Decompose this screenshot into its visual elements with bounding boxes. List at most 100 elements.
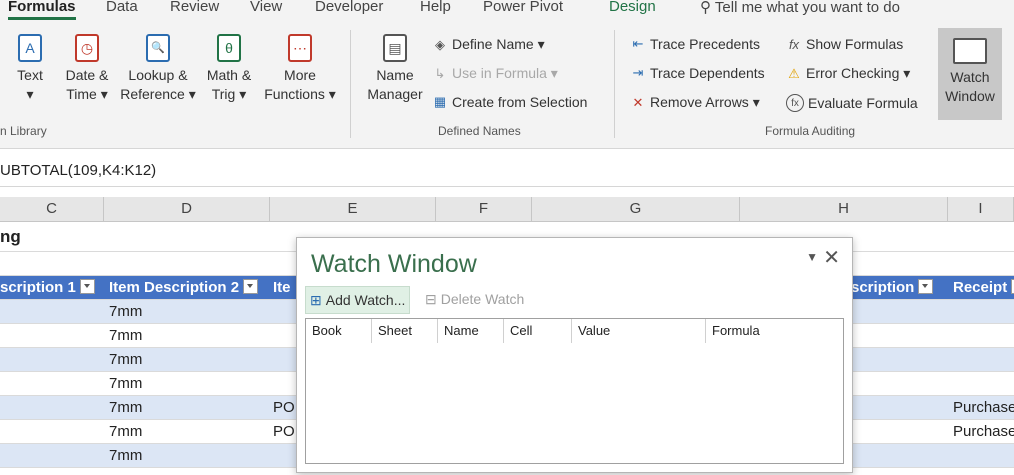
clock-icon: ◷ — [75, 34, 99, 62]
watch-col-name[interactable]: Name — [438, 319, 504, 343]
use-in-formula-label: Use in Formula ▾ — [452, 65, 558, 81]
ribbon-tab-bar: Formulas Data Review View Developer Help… — [0, 0, 1014, 20]
evaluate-formula-icon: fx — [786, 94, 804, 112]
date-time-label: Date & — [65, 67, 109, 83]
cell-d[interactable]: 7mm — [106, 300, 270, 324]
tag-icon: ◈ — [435, 36, 445, 52]
cell-i[interactable]: Purchase — [950, 420, 1014, 444]
tab-view[interactable]: View — [250, 0, 282, 15]
header-label: scription 1 — [0, 279, 76, 296]
delete-watch-button[interactable]: ⊟ Delete Watch — [425, 286, 524, 312]
function-library-group-label: n Library — [0, 124, 47, 138]
create-from-selection-label: Create from Selection — [452, 94, 588, 110]
cell-d[interactable]: 7mm — [106, 372, 270, 396]
watch-col-book[interactable]: Book — [306, 319, 372, 343]
column-header-c[interactable]: C — [0, 197, 104, 221]
math-trig-button[interactable]: θ Math & Trig ▾ — [200, 34, 258, 104]
use-in-formula-icon: ↳ — [434, 65, 446, 81]
trace-precedents-label: Trace Precedents — [650, 36, 760, 52]
evaluate-formula-button[interactable]: fx Evaluate Formula — [786, 94, 918, 112]
name-manager-button[interactable]: ▤ Name Manager — [362, 34, 428, 104]
show-formulas-button[interactable]: fx Show Formulas — [786, 36, 903, 52]
filter-dropdown-icon[interactable] — [918, 279, 934, 294]
lookup-reference-button[interactable]: 🔍 Lookup & Reference ▾ — [118, 34, 198, 104]
watch-list[interactable]: Book Sheet Name Cell Value Formula — [305, 318, 844, 464]
trace-dependents-button[interactable]: ⇥ Trace Dependents — [630, 65, 765, 81]
add-watch-button[interactable]: ⊞ Add Watch... — [305, 286, 411, 314]
math-dropdown: Trig ▾ — [211, 86, 247, 102]
error-checking-button[interactable]: ⚠ Error Checking ▾ — [786, 65, 910, 82]
create-from-selection-button[interactable]: ▦ Create from Selection — [432, 94, 588, 110]
column-header-e[interactable]: E — [270, 197, 436, 221]
add-watch-label: Add Watch... — [325, 292, 406, 308]
show-formulas-label: Show Formulas — [806, 36, 904, 52]
column-headers: C D E F G H I — [0, 197, 1014, 222]
sheet-title[interactable]: ng — [0, 222, 104, 252]
header-item-description-2[interactable]: Item Description 2 — [106, 276, 270, 300]
name-manager-label: Name — [376, 67, 414, 83]
text-functions-button[interactable]: A Text ▾ — [10, 34, 50, 104]
column-header-h[interactable]: H — [740, 197, 948, 221]
name-manager-icon: ▤ — [383, 34, 407, 62]
watch-window-button[interactable]: Watch Window — [938, 28, 1002, 120]
tab-help[interactable]: Help — [420, 0, 451, 15]
more-functions-icon: ⋯ — [288, 34, 312, 62]
evaluate-formula-label: Evaluate Formula — [808, 95, 918, 111]
cell-i[interactable]: Purchase — [950, 396, 1014, 420]
tab-design[interactable]: Design — [609, 0, 656, 15]
tab-formulas[interactable]: Formulas — [8, 0, 76, 20]
watch-window-dialog: Watch Window ▼ ✕ ⊞ Add Watch... ⊟ Delete W… — [296, 237, 853, 473]
trace-precedents-icon: ⇤ — [632, 36, 644, 51]
column-header-f[interactable]: F — [436, 197, 532, 221]
use-in-formula-button[interactable]: ↳ Use in Formula ▾ — [432, 65, 558, 82]
formula-text: UBTOTAL(109,K4:K12) — [0, 162, 157, 179]
tab-review[interactable]: Review — [170, 0, 219, 15]
more-functions-button[interactable]: ⋯ More Functions ▾ — [260, 34, 340, 104]
search-icon: ⚲ — [700, 0, 715, 16]
tell-me-search[interactable]: ⚲ Tell me what you want to do — [700, 0, 900, 16]
watch-col-cell[interactable]: Cell — [504, 319, 572, 343]
header-description-h[interactable]: scription — [848, 276, 948, 300]
date-time-button[interactable]: ◷ Date & Time ▾ — [58, 34, 116, 104]
group-divider — [350, 30, 351, 138]
tab-developer[interactable]: Developer — [315, 0, 383, 15]
header-receipt[interactable]: Receipt — [950, 276, 1014, 300]
column-header-d[interactable]: D — [104, 197, 270, 221]
watch-col-value[interactable]: Value — [572, 319, 706, 343]
watch-col-sheet[interactable]: Sheet — [372, 319, 438, 343]
cell-d[interactable]: 7mm — [106, 324, 270, 348]
tab-power-pivot[interactable]: Power Pivot — [483, 0, 563, 15]
remove-arrows-button[interactable]: ✕ Remove Arrows ▾ — [630, 94, 760, 111]
math-label: Math & — [206, 67, 252, 83]
lookup-label: Lookup & — [128, 67, 188, 83]
define-name-label: Define Name ▾ — [452, 36, 545, 52]
tell-me-text: Tell me what you want to do — [714, 0, 900, 16]
filter-dropdown-icon[interactable] — [79, 279, 95, 294]
trace-precedents-button[interactable]: ⇤ Trace Precedents — [630, 36, 760, 52]
window-options-icon[interactable]: ▼ — [806, 250, 818, 264]
define-name-button[interactable]: ◈ Define Name ▾ — [432, 36, 545, 53]
cell-d[interactable]: 7mm — [106, 420, 270, 444]
theta-icon: θ — [217, 34, 241, 62]
close-icon[interactable]: ✕ — [823, 245, 840, 270]
cell-d[interactable]: 7mm — [106, 444, 270, 468]
column-header-g[interactable]: G — [532, 197, 740, 221]
watch-window-label: Watch — [950, 69, 990, 85]
show-formulas-icon: fx — [788, 36, 800, 52]
watch-col-formula[interactable]: Formula — [706, 319, 843, 343]
cell-d[interactable]: 7mm — [106, 348, 270, 372]
cell-d[interactable]: 7mm — [106, 396, 270, 420]
formula-auditing-group-label: Formula Auditing — [765, 124, 856, 138]
formula-bar[interactable]: UBTOTAL(109,K4:K12) — [0, 156, 1014, 187]
delete-watch-label: Delete Watch — [440, 291, 525, 307]
magnifier-icon: 🔍 — [146, 34, 170, 62]
tab-data[interactable]: Data — [106, 0, 138, 15]
filter-dropdown-icon[interactable] — [243, 279, 259, 294]
header-label: scription — [851, 279, 915, 296]
group-divider — [614, 30, 615, 138]
text-icon: A — [18, 34, 42, 62]
header-item-description-1[interactable]: scription 1 — [0, 276, 104, 300]
text-label: Text — [17, 67, 43, 83]
remove-arrows-label: Remove Arrows ▾ — [650, 94, 760, 110]
column-header-i[interactable]: I — [948, 197, 1014, 221]
